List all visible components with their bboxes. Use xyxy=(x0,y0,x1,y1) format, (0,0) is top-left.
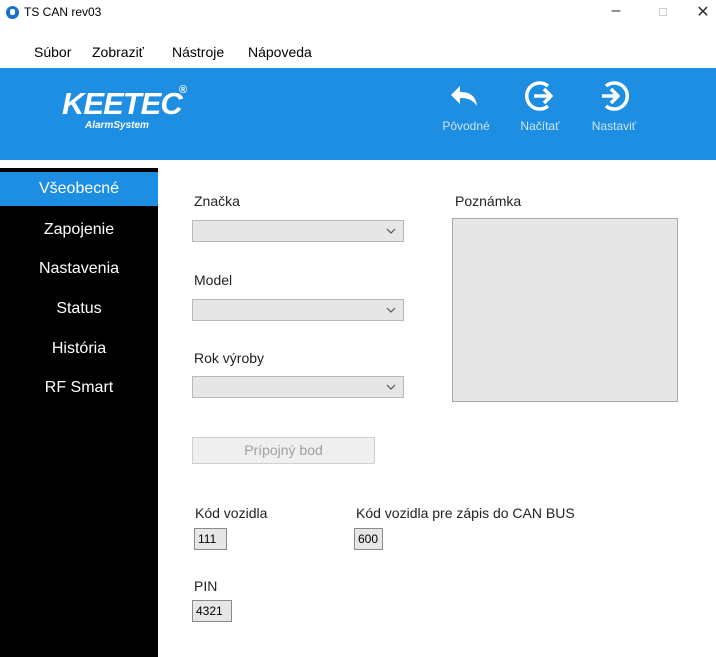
sidebar: Všeobecné Zapojenie Nastavenia Status Hi… xyxy=(0,168,158,657)
apply-settings-label: Nastaviť xyxy=(591,119,637,133)
export-arrow-icon xyxy=(602,81,630,111)
chevron-down-icon xyxy=(386,307,396,313)
undo-arrow-icon xyxy=(451,86,477,106)
year-label: Rok výroby xyxy=(194,350,265,366)
sidebar-item-settings[interactable]: Nastavenia xyxy=(0,252,158,286)
menu-help[interactable]: Nápoveda xyxy=(248,44,312,60)
chevron-down-icon xyxy=(386,384,396,390)
canbus-code-label: Kód vozidla pre zápis do CAN BUS xyxy=(356,505,575,521)
apply-settings-button[interactable]: Nastaviť xyxy=(574,76,654,133)
sidebar-item-status[interactable]: Status xyxy=(0,292,158,326)
pin-field[interactable]: 4321 xyxy=(192,600,232,622)
header-banner: KEETEC ® AlarmSystem Pôvodné Načítať Nas… xyxy=(0,68,716,160)
vehicle-code-label: Kód vozidla xyxy=(195,505,268,521)
restore-defaults-label: Pôvodné xyxy=(442,119,490,133)
pin-label: PIN xyxy=(194,578,218,594)
brand-subtitle: AlarmSystem xyxy=(85,120,149,131)
note-label: Poznámka xyxy=(455,193,522,209)
restore-defaults-button[interactable]: Pôvodné xyxy=(426,76,506,133)
menu-file[interactable]: Súbor xyxy=(34,44,71,60)
canbus-code-field[interactable]: 600 xyxy=(354,528,383,550)
connection-point-button[interactable]: Prípojný bod xyxy=(192,437,375,464)
import-arrow-icon xyxy=(524,81,553,111)
sidebar-item-general[interactable]: Všeobecné xyxy=(0,172,158,206)
minimize-button[interactable]: – xyxy=(601,2,631,20)
brand-logo: KEETEC xyxy=(62,86,183,121)
sidebar-item-rf-smart[interactable]: RF Smart xyxy=(0,371,158,405)
title-bar: TS CAN rev03 – □ ✕ xyxy=(0,0,716,38)
load-label: Načítať xyxy=(520,119,560,133)
sidebar-item-wiring[interactable]: Zapojenie xyxy=(0,213,158,247)
model-select[interactable] xyxy=(192,299,404,321)
brand-registered-mark: ® xyxy=(179,84,188,96)
sidebar-item-history[interactable]: História xyxy=(0,332,158,366)
chevron-down-icon xyxy=(386,228,396,234)
window-title: TS CAN rev03 xyxy=(24,5,102,19)
brand-select[interactable] xyxy=(192,220,404,242)
close-button[interactable]: ✕ xyxy=(688,2,716,22)
app-icon xyxy=(6,6,19,19)
load-button[interactable]: Načítať xyxy=(500,76,580,133)
model-label: Model xyxy=(194,272,233,288)
menu-tools[interactable]: Nástroje xyxy=(172,44,224,60)
menu-view[interactable]: Zobraziť xyxy=(92,44,144,60)
note-textarea[interactable] xyxy=(452,218,678,402)
brand-label: Značka xyxy=(194,193,240,209)
maximize-button[interactable]: □ xyxy=(648,4,678,19)
year-select[interactable] xyxy=(192,376,404,398)
vehicle-code-field[interactable]: 111 xyxy=(194,528,227,550)
